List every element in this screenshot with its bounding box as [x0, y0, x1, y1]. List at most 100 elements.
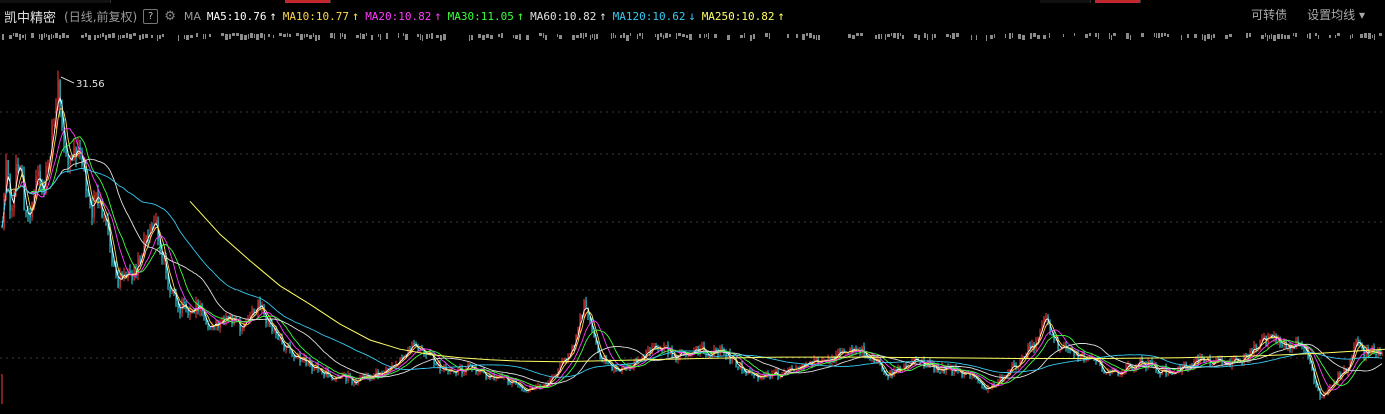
gear-icon[interactable]: ⚙: [164, 9, 176, 24]
noise-mark: [482, 35, 485, 40]
help-button[interactable]: ?: [143, 8, 159, 24]
candle-body: [933, 363, 935, 372]
noise-mark: [229, 34, 231, 39]
noise-mark: [53, 35, 54, 38]
candle-body: [477, 371, 479, 373]
noise-mark: [1271, 34, 1272, 39]
candle-body: [779, 377, 781, 379]
noise-mark: [689, 34, 692, 40]
noise-mark: [714, 34, 717, 38]
noise-mark: [740, 35, 743, 38]
candle-body: [169, 286, 171, 293]
noise-mark: [642, 33, 643, 39]
candle-body: [283, 344, 285, 351]
noise-mark: [950, 35, 951, 38]
noise-mark: [142, 34, 144, 39]
candle-body: [1375, 354, 1377, 356]
noise-mark: [39, 34, 40, 39]
noise-mark: [620, 35, 622, 38]
noise-mark: [753, 34, 755, 39]
candle-body: [951, 367, 953, 375]
noise-mark: [88, 35, 91, 40]
noise-mark: [486, 34, 489, 38]
noise-mark: [51, 34, 52, 39]
candle-body: [1127, 363, 1129, 367]
noise-mark: [769, 33, 770, 39]
noise-mark: [626, 35, 629, 41]
ma-value: MA20:10.82: [365, 9, 432, 23]
noise-mark: [378, 34, 379, 37]
noise-mark: [318, 35, 320, 40]
top-tab-active[interactable]: [1095, 0, 1141, 3]
noise-mark: [133, 33, 136, 36]
noise-mark: [44, 33, 45, 38]
noise-mark: [787, 34, 789, 38]
noise-mark: [750, 35, 752, 41]
noise-mark: [1284, 35, 1286, 39]
noise-mark: [934, 34, 936, 38]
candle-body: [441, 370, 443, 372]
noise-mark: [330, 33, 333, 38]
candle-body: [17, 163, 19, 170]
right-tools: 可转债 设置均线 ▾: [1251, 6, 1365, 23]
noise-mark: [313, 33, 314, 37]
noise-mark: [151, 35, 153, 38]
candle-body: [759, 377, 761, 379]
noise-mark: [287, 33, 288, 37]
noise-mark: [539, 33, 542, 36]
noise-mark: [655, 34, 656, 37]
candle-body: [323, 372, 325, 377]
noise-mark: [875, 35, 877, 39]
ma-item: MA10:10.77 ↑: [283, 9, 359, 23]
noise-mark: [887, 34, 890, 37]
candlestick-chart[interactable]: 31.56: [0, 44, 1385, 414]
noise-mark: [59, 35, 61, 39]
noise-mark: [1281, 34, 1283, 39]
noise-mark: [1181, 35, 1182, 40]
top-tab[interactable]: [1040, 0, 1091, 3]
stock-name: 凯中精密: [4, 10, 57, 26]
convertible-bond-button[interactable]: 可转债: [1251, 6, 1287, 23]
noise-mark: [727, 35, 730, 40]
candle-body: [319, 369, 321, 371]
candle-body: [939, 371, 941, 373]
noise-mark: [436, 35, 439, 38]
candle-body: [585, 300, 587, 308]
noise-mark: [25, 34, 26, 40]
noise-mark: [162, 34, 164, 37]
top-tab-active[interactable]: [285, 0, 331, 3]
noise-mark: [417, 34, 419, 37]
ma-value: MA250:10.82: [701, 9, 775, 23]
noise-mark: [924, 33, 926, 38]
candle-body: [1157, 370, 1159, 374]
noise-mark: [1154, 33, 1155, 37]
candle-body: [301, 359, 303, 363]
candle-body: [73, 147, 75, 161]
noise-mark: [1267, 35, 1268, 41]
noise-mark: [860, 33, 863, 36]
ma120-line: [1, 168, 1383, 378]
noise-mark: [62, 33, 65, 38]
noise-mark: [557, 34, 558, 37]
noise-mark: [1156, 33, 1157, 38]
noise-mark: [273, 35, 274, 38]
candle-body: [743, 370, 745, 372]
candle-body: [47, 163, 49, 167]
noise-mark: [806, 33, 808, 36]
noise-mark: [15, 33, 18, 37]
noise-mark: [900, 33, 901, 36]
candle-body: [1321, 396, 1323, 398]
noise-mark: [1246, 33, 1248, 38]
candle-body: [815, 358, 817, 360]
candle-body: [91, 204, 93, 218]
noise-mark: [1379, 33, 1382, 36]
candle-body: [1337, 373, 1339, 382]
noise-mark: [613, 33, 614, 38]
noise-mark: [932, 34, 933, 40]
top-tab[interactable]: [0, 0, 111, 3]
candle-body: [447, 370, 449, 372]
arrow-down-icon: ↓: [688, 9, 696, 23]
ma-settings-button[interactable]: 设置均线 ▾: [1307, 6, 1365, 23]
noise-mark: [1309, 33, 1311, 39]
noise-mark: [120, 35, 121, 39]
